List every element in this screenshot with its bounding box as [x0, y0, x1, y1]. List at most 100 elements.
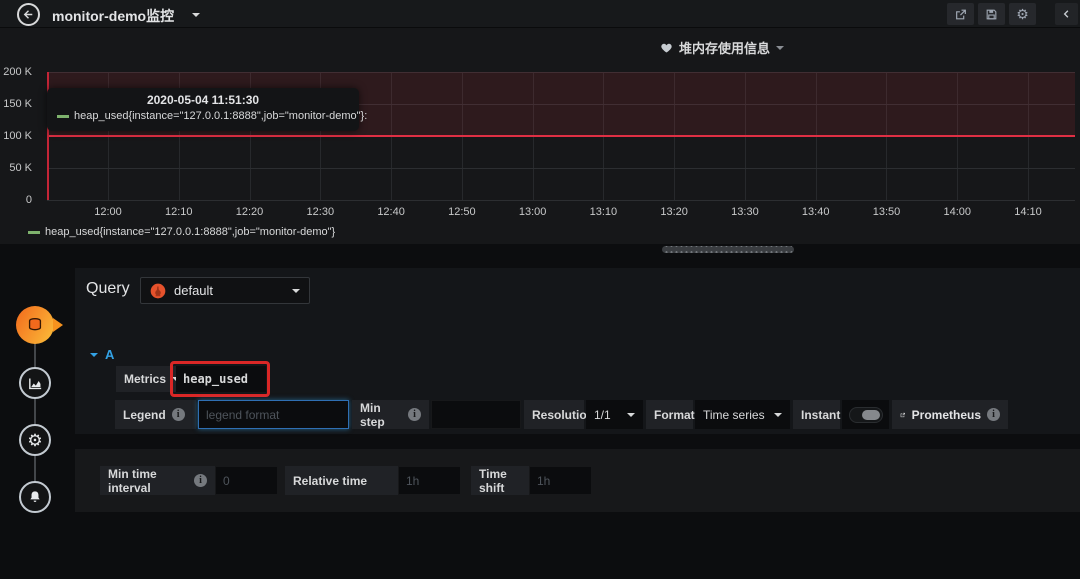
- y-tick-label: 150 K: [3, 98, 32, 110]
- dashboard-title-caret-icon[interactable]: [192, 13, 200, 17]
- instant-label-text: Instant: [801, 407, 841, 422]
- settings-button[interactable]: ⚙: [1009, 3, 1036, 25]
- x-tick-label: 13:00: [518, 206, 547, 218]
- navbar: monitor-demo监控 ⚙: [0, 0, 1080, 28]
- x-tick-label: 12:30: [306, 206, 335, 218]
- query-editor-panel: Query default A Metrics L: [75, 268, 1080, 434]
- dashboard-title[interactable]: monitor-demo监控: [52, 6, 174, 26]
- graph-tooltip: 2020-05-04 11:51:30 heap_used{instance="…: [47, 88, 367, 131]
- x-tick-label: 13:40: [801, 206, 830, 218]
- x-tick-label: 13:10: [589, 206, 618, 218]
- x-tick-label: 14:00: [943, 206, 971, 218]
- x-tick-label: 14:10: [1014, 206, 1042, 218]
- share-button[interactable]: [947, 3, 974, 25]
- x-tick-label: 13:30: [731, 206, 759, 218]
- graph-panel: 堆内存使用信息 200 K 150 K 100 K 50 K0 12:00 12:10 1…: [0, 28, 1080, 244]
- query-ref-toggle[interactable]: A: [90, 347, 114, 362]
- format-value: Time series: [703, 407, 765, 422]
- datasource-caret-icon: [292, 288, 300, 293]
- datasource-link-text: Prometheus: [911, 407, 981, 422]
- toggle-track: [848, 406, 883, 423]
- min-time-interval-input[interactable]: [215, 466, 278, 495]
- min-step-input[interactable]: [431, 400, 521, 429]
- datasource-name: default: [174, 283, 214, 298]
- time-shift-input[interactable]: [529, 466, 592, 495]
- sidebar-connector-line: [34, 325, 36, 497]
- legend-series-label: heap_used{instance="127.0.0.1:8888",job=…: [45, 226, 336, 238]
- x-tick-label: 12:20: [235, 206, 264, 218]
- alert-threshold-line: [47, 135, 1075, 137]
- sidebar-tab-alert[interactable]: [19, 481, 51, 513]
- info-icon[interactable]: i: [408, 408, 421, 421]
- relative-time-input[interactable]: [398, 466, 461, 495]
- collapse-right-button[interactable]: [1055, 3, 1078, 25]
- h-gridline: [47, 168, 1075, 169]
- sidebar-tab-general[interactable]: ⚙: [19, 424, 51, 456]
- format-label-text: Format: [654, 407, 695, 422]
- toggle-knob: [861, 409, 880, 420]
- external-link-icon: [900, 412, 905, 417]
- x-tick-label: 12:50: [448, 206, 476, 218]
- share-icon: [955, 9, 966, 19]
- save-icon: [986, 9, 997, 19]
- y-tick-label: 50 K: [9, 162, 32, 174]
- series-color-dash-icon: [57, 114, 69, 118]
- chevron-left-icon: [1063, 10, 1069, 18]
- min-time-interval-label-text: Min time interval: [108, 466, 157, 495]
- y-tick-label: 100 K: [3, 130, 32, 142]
- sidebar-tab-visualization[interactable]: [19, 367, 51, 399]
- gear-wrench-icon: ⚙: [27, 430, 43, 450]
- format-select[interactable]: Time series: [695, 400, 790, 429]
- time-options-row: Min time interval i Relative time Time s…: [75, 466, 1080, 495]
- sidebar-tab-queries[interactable]: [16, 306, 63, 344]
- database-icon: [28, 318, 42, 331]
- relative-time-label-text: Relative time: [293, 473, 368, 488]
- min-step-label: Min step i: [352, 400, 429, 429]
- x-tick-label: 12:00: [94, 206, 122, 218]
- y-tick-label: 0: [25, 194, 32, 206]
- x-axis: 12:00 12:10 12:20 12:30 12:40 12:50 13:00 13:10…: [0, 206, 1080, 220]
- x-tick-label: 12:40: [377, 206, 405, 218]
- time-shift-label: Time shift: [471, 466, 529, 495]
- relative-time-label: Relative time: [285, 466, 398, 495]
- query-section-label: Query: [86, 280, 130, 297]
- legend-format-input[interactable]: [198, 400, 349, 429]
- gear-icon: ⚙: [1016, 6, 1029, 22]
- tooltip-series-label: heap_used{instance="127.0.0.1:8888",job=…: [74, 110, 368, 122]
- query-ref-id: A: [105, 347, 115, 362]
- min-time-interval-label: Min time interval i: [100, 466, 215, 495]
- bell-icon: [30, 491, 40, 502]
- annotation-highlight-box: [170, 361, 270, 397]
- panel-title-text: 堆内存使用信息: [679, 41, 771, 56]
- tooltip-timestamp: 2020-05-04 11:51:30: [146, 93, 260, 107]
- format-caret-icon: [774, 412, 782, 417]
- time-shift-label-text: Time shift: [479, 466, 507, 495]
- grafana-app: monitor-demo监控 ⚙ 堆内存使用信息 200 K 150 K 100 K…: [0, 0, 1080, 579]
- collapse-caret-icon: [90, 352, 98, 357]
- datasource-select[interactable]: default: [140, 277, 310, 304]
- format-label: Format: [646, 400, 695, 429]
- resolution-label-text: Resolution: [532, 407, 594, 422]
- legend-label-text: Legend: [123, 407, 166, 422]
- x-tick-label: 13:20: [660, 206, 688, 218]
- save-button[interactable]: [978, 3, 1005, 25]
- panel-menu-caret-icon: [776, 45, 785, 50]
- resolution-select[interactable]: 1/1: [586, 400, 643, 429]
- datasource-help-link[interactable]: Prometheus i: [892, 400, 1008, 429]
- back-button[interactable]: [17, 3, 40, 26]
- info-icon[interactable]: i: [194, 474, 207, 487]
- alert-heart-icon: [661, 43, 672, 52]
- info-icon[interactable]: i: [171, 408, 185, 421]
- info-icon[interactable]: i: [987, 408, 1000, 421]
- x-tick-label: 13:50: [872, 206, 901, 218]
- panel-resize-handle[interactable]: [662, 246, 794, 253]
- graph-legend-item[interactable]: heap_used{instance="127.0.0.1:8888",job=…: [28, 226, 335, 238]
- tooltip-series-row: heap_used{instance="127.0.0.1:8888",job=…: [57, 110, 367, 122]
- query-options-row: Legend i Min step i Resolution 1/1 Forma…: [75, 400, 1080, 429]
- h-gridline: [47, 200, 1075, 201]
- instant-toggle[interactable]: [842, 400, 889, 429]
- legend-color-dash-icon: [28, 230, 40, 234]
- legend-field-label: Legend i: [115, 400, 196, 429]
- metric-query-input[interactable]: [176, 366, 266, 392]
- panel-title[interactable]: 堆内存使用信息: [660, 38, 785, 57]
